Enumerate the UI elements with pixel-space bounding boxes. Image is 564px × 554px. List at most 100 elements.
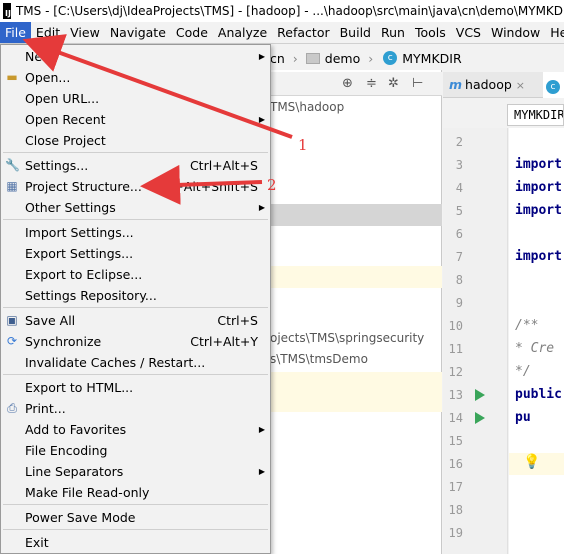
tab-hadoop-label: hadoop	[465, 77, 512, 92]
menu-item-project-structure[interactable]: ▦ Project Structure... Ctrl+Alt+Shift+S	[1, 176, 270, 197]
code-line: pu	[515, 410, 531, 425]
editor-breadcrumb[interactable]: MYMKDIR	[507, 104, 564, 126]
project-path-hadoop[interactable]: TMS\hadoop	[270, 100, 344, 114]
menu-item-print[interactable]: ⎙ Print...	[1, 398, 270, 419]
menu-item-save-all[interactable]: ▣ Save All Ctrl+S	[1, 310, 270, 331]
run-gutter-icon[interactable]	[475, 412, 485, 424]
menu-item-label: Line Separators	[25, 464, 124, 479]
menu-file[interactable]: File	[0, 22, 31, 43]
menu-shortcut: Ctrl+S	[217, 313, 258, 328]
menu-window[interactable]: Window	[486, 22, 545, 43]
menu-refactor[interactable]: Refactor	[272, 22, 334, 43]
menu-item-label: Other Settings	[25, 200, 116, 215]
menu-analyze[interactable]: Analyze	[213, 22, 272, 43]
project-highlight-row	[262, 372, 442, 412]
nav-segment-class[interactable]: MYMKDIR	[402, 51, 461, 66]
menu-item-label: Import Settings...	[25, 225, 134, 240]
menu-edit[interactable]: Edit	[31, 22, 65, 43]
title-bar: IJ TMS - [C:\Users\dj\IdeaProjects\TMS] …	[0, 0, 564, 22]
menu-shortcut: Ctrl+Alt+S	[189, 158, 258, 173]
project-path-springsecurity[interactable]: ojects\TMS\springsecurity	[270, 331, 424, 345]
nav-segment-demo[interactable]: demo	[325, 51, 360, 66]
collapse-icon[interactable]: ≑	[366, 76, 377, 91]
window-title: TMS - [C:\Users\dj\IdeaProjects\TMS] - […	[15, 4, 564, 18]
menu-item-export-html[interactable]: Export to HTML...	[1, 377, 270, 398]
menu-item-close-project[interactable]: Close Project	[1, 130, 270, 151]
menu-view[interactable]: View	[65, 22, 105, 43]
code-line: */	[515, 364, 531, 379]
menu-item-open-url[interactable]: Open URL...	[1, 88, 270, 109]
line-number: 14	[448, 411, 463, 425]
submenu-arrow-icon: ▶	[258, 467, 265, 476]
tab-mymkdir[interactable]: c	[543, 72, 564, 98]
menu-item-settings[interactable]: 🔧 Settings... Ctrl+Alt+S	[1, 155, 270, 176]
line-number: 16	[448, 457, 463, 471]
menu-item-import-settings[interactable]: Import Settings...	[1, 222, 270, 243]
menu-navigate[interactable]: Navigate	[105, 22, 171, 43]
menu-item-new[interactable]: New ▶	[1, 46, 270, 67]
menu-item-exit[interactable]: Exit	[1, 532, 270, 553]
line-number: 10	[448, 319, 463, 333]
menu-item-label: Close Project	[25, 133, 106, 148]
menu-item-add-to-favorites[interactable]: Add to Favorites ▶	[1, 419, 270, 440]
menu-item-label: Open URL...	[25, 91, 100, 106]
code-line: import	[515, 180, 562, 195]
menu-item-make-read-only[interactable]: Make File Read-only	[1, 482, 270, 503]
nav-separator-icon: ›	[292, 50, 298, 66]
wrench-icon: 🔧	[5, 158, 20, 172]
menu-item-label: Make File Read-only	[25, 485, 150, 500]
menu-item-settings-repository[interactable]: Settings Repository...	[1, 285, 270, 306]
menu-item-other-settings[interactable]: Other Settings ▶	[1, 197, 270, 218]
gear-icon[interactable]: ✲	[388, 76, 399, 91]
line-number: 9	[455, 296, 463, 310]
menu-item-label: Open...	[25, 70, 71, 85]
hide-icon[interactable]: ⊢	[412, 76, 423, 91]
submenu-arrow-icon: ▶	[258, 203, 265, 212]
menu-vcs[interactable]: VCS	[451, 22, 486, 43]
code-line: import	[515, 249, 562, 264]
submenu-arrow-icon: ▶	[258, 425, 265, 434]
close-icon[interactable]: ×	[516, 79, 525, 92]
menu-run[interactable]: Run	[376, 22, 410, 43]
menu-item-label: Settings...	[25, 158, 89, 173]
editor-tab-bar: m hadoop × c	[443, 72, 564, 98]
menu-item-export-eclipse[interactable]: Export to Eclipse...	[1, 264, 270, 285]
line-number: 17	[448, 480, 463, 494]
menu-item-label: Save All	[25, 313, 76, 328]
menu-item-invalidate-caches[interactable]: Invalidate Caches / Restart...	[1, 352, 270, 373]
menu-item-open[interactable]: ▬ Open...	[1, 67, 270, 88]
menu-tools[interactable]: Tools	[410, 22, 451, 43]
annotation-number-2: 2	[267, 176, 277, 194]
menu-item-power-save-mode[interactable]: Power Save Mode	[1, 507, 270, 528]
menu-code[interactable]: Code	[171, 22, 213, 43]
menu-item-synchronize[interactable]: ⟳ Synchronize Ctrl+Alt+Y	[1, 331, 270, 352]
folder-icon	[305, 52, 320, 64]
menu-shortcut: Ctrl+Alt+Shift+S	[151, 179, 258, 194]
menu-shortcut: Ctrl+Alt+Y	[190, 334, 258, 349]
tab-hadoop[interactable]: m hadoop ×	[449, 72, 525, 98]
project-panel	[262, 70, 442, 554]
class-icon: c	[546, 80, 560, 94]
run-gutter-icon[interactable]	[475, 389, 485, 401]
menu-help[interactable]: Help	[545, 22, 564, 43]
line-number: 8	[455, 273, 463, 287]
menu-item-line-separators[interactable]: Line Separators ▶	[1, 461, 270, 482]
line-number: 7	[455, 250, 463, 264]
code-line: import	[515, 203, 562, 218]
menu-item-open-recent[interactable]: Open Recent ▶	[1, 109, 270, 130]
line-number: 11	[448, 342, 463, 356]
project-selected-row[interactable]	[262, 204, 442, 226]
menu-item-export-settings[interactable]: Export Settings...	[1, 243, 270, 264]
project-path-tmsdemo[interactable]: s\TMS\tmsDemo	[270, 352, 368, 366]
menu-item-label: Export Settings...	[25, 246, 134, 261]
menu-separator	[3, 504, 268, 505]
locate-icon[interactable]: ⊕	[342, 76, 353, 91]
menu-item-label: Export to HTML...	[25, 380, 134, 395]
line-number: 12	[448, 365, 463, 379]
menu-item-file-encoding[interactable]: File Encoding	[1, 440, 270, 461]
line-number: 15	[448, 434, 463, 448]
menu-build[interactable]: Build	[335, 22, 376, 43]
sync-icon: ⟳	[6, 334, 18, 348]
lightbulb-icon[interactable]: 💡	[523, 454, 540, 470]
nav-segment-cn[interactable]: cn	[270, 51, 285, 66]
